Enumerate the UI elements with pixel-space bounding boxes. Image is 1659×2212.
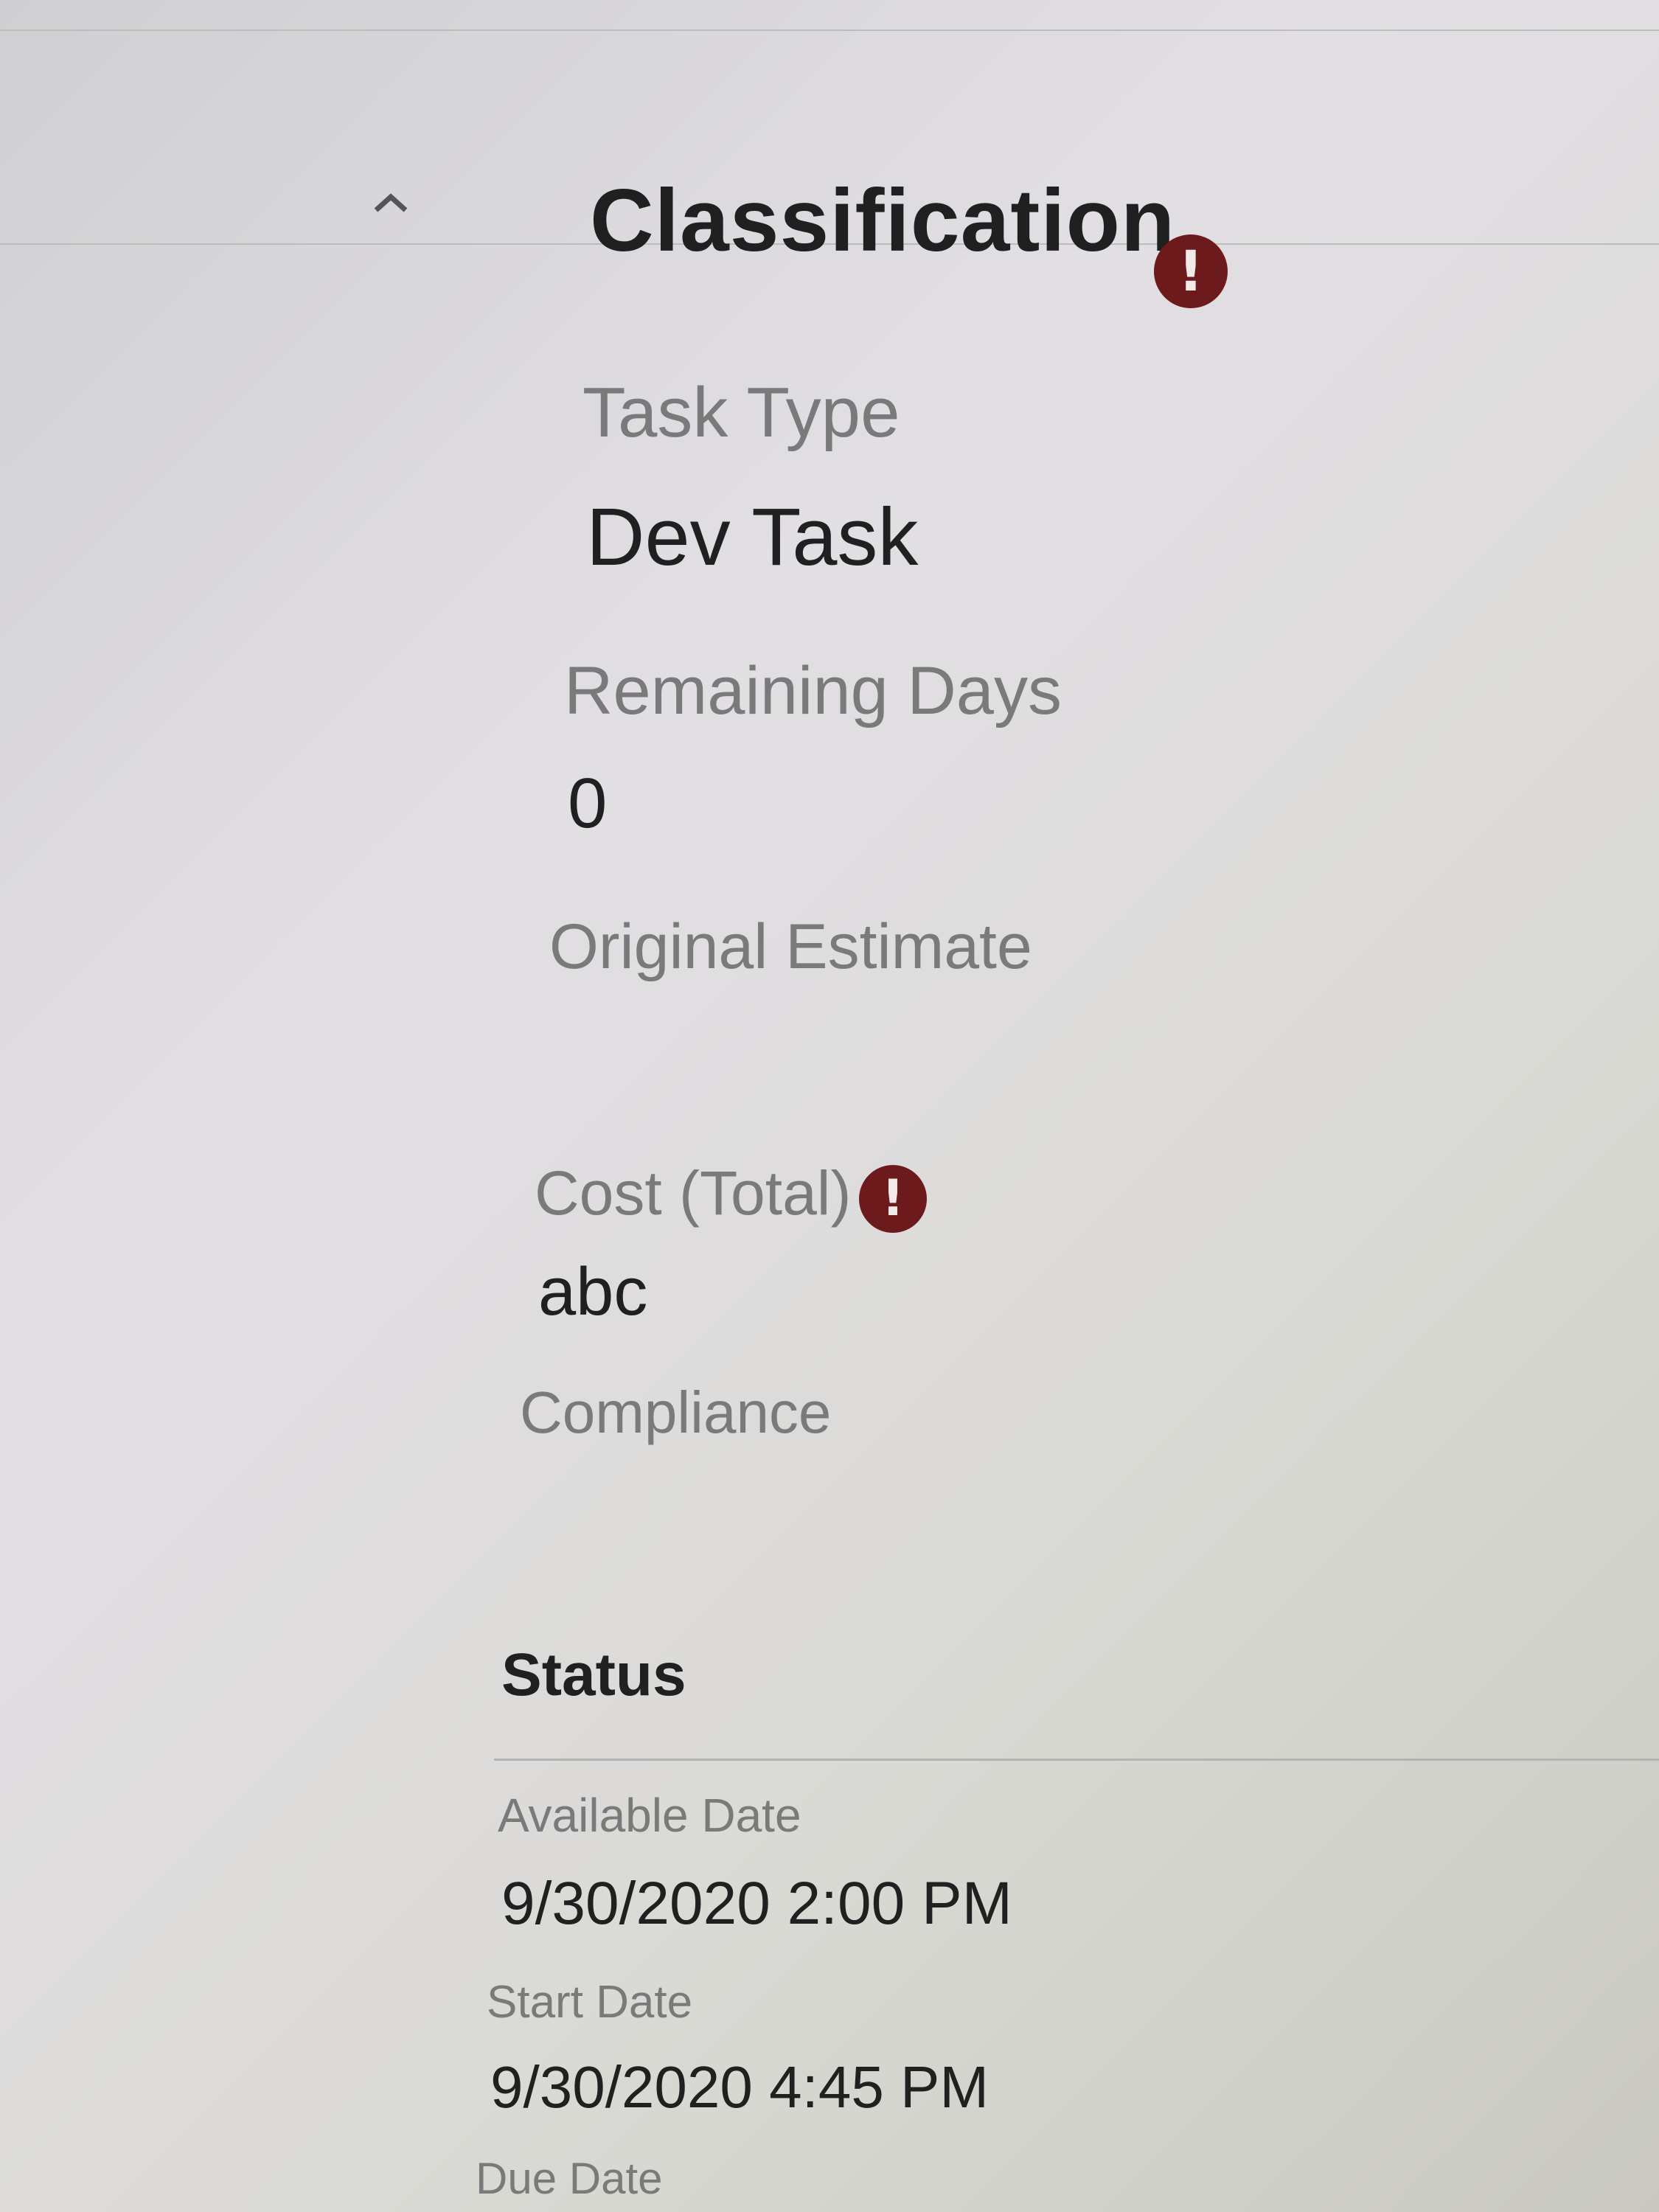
available-date-label: Available Date <box>498 1789 801 1842</box>
available-date-value[interactable]: 9/30/2020 2:00 PM <box>501 1869 1012 1938</box>
task-type-value[interactable]: Dev Task <box>586 490 918 584</box>
compliance-label: Compliance <box>520 1380 832 1445</box>
exclamation-circle-icon: ! <box>1154 234 1228 308</box>
divider <box>0 29 1659 31</box>
status-section-title: Status <box>501 1641 686 1708</box>
exclamation-circle-icon: ! <box>859 1165 927 1233</box>
cost-total-label: Cost (Total) <box>535 1158 852 1228</box>
remaining-days-value[interactable]: 0 <box>568 763 607 844</box>
original-estimate-label: Original Estimate <box>549 911 1032 982</box>
work-item-details-panel: Classification ! Task Type Dev Task Rema… <box>0 0 1659 2212</box>
start-date-value[interactable]: 9/30/2020 4:45 PM <box>490 2053 989 2121</box>
classification-section-title: Classification <box>590 171 1176 270</box>
start-date-label: Start Date <box>487 1977 693 2028</box>
remaining-days-label: Remaining Days <box>564 653 1062 728</box>
due-date-label: Due Date <box>476 2154 663 2203</box>
chevron-up-icon[interactable] <box>369 184 413 221</box>
divider <box>494 1759 1659 1761</box>
task-type-label: Task Type <box>582 373 900 452</box>
cost-total-value[interactable]: abc <box>538 1253 647 1331</box>
